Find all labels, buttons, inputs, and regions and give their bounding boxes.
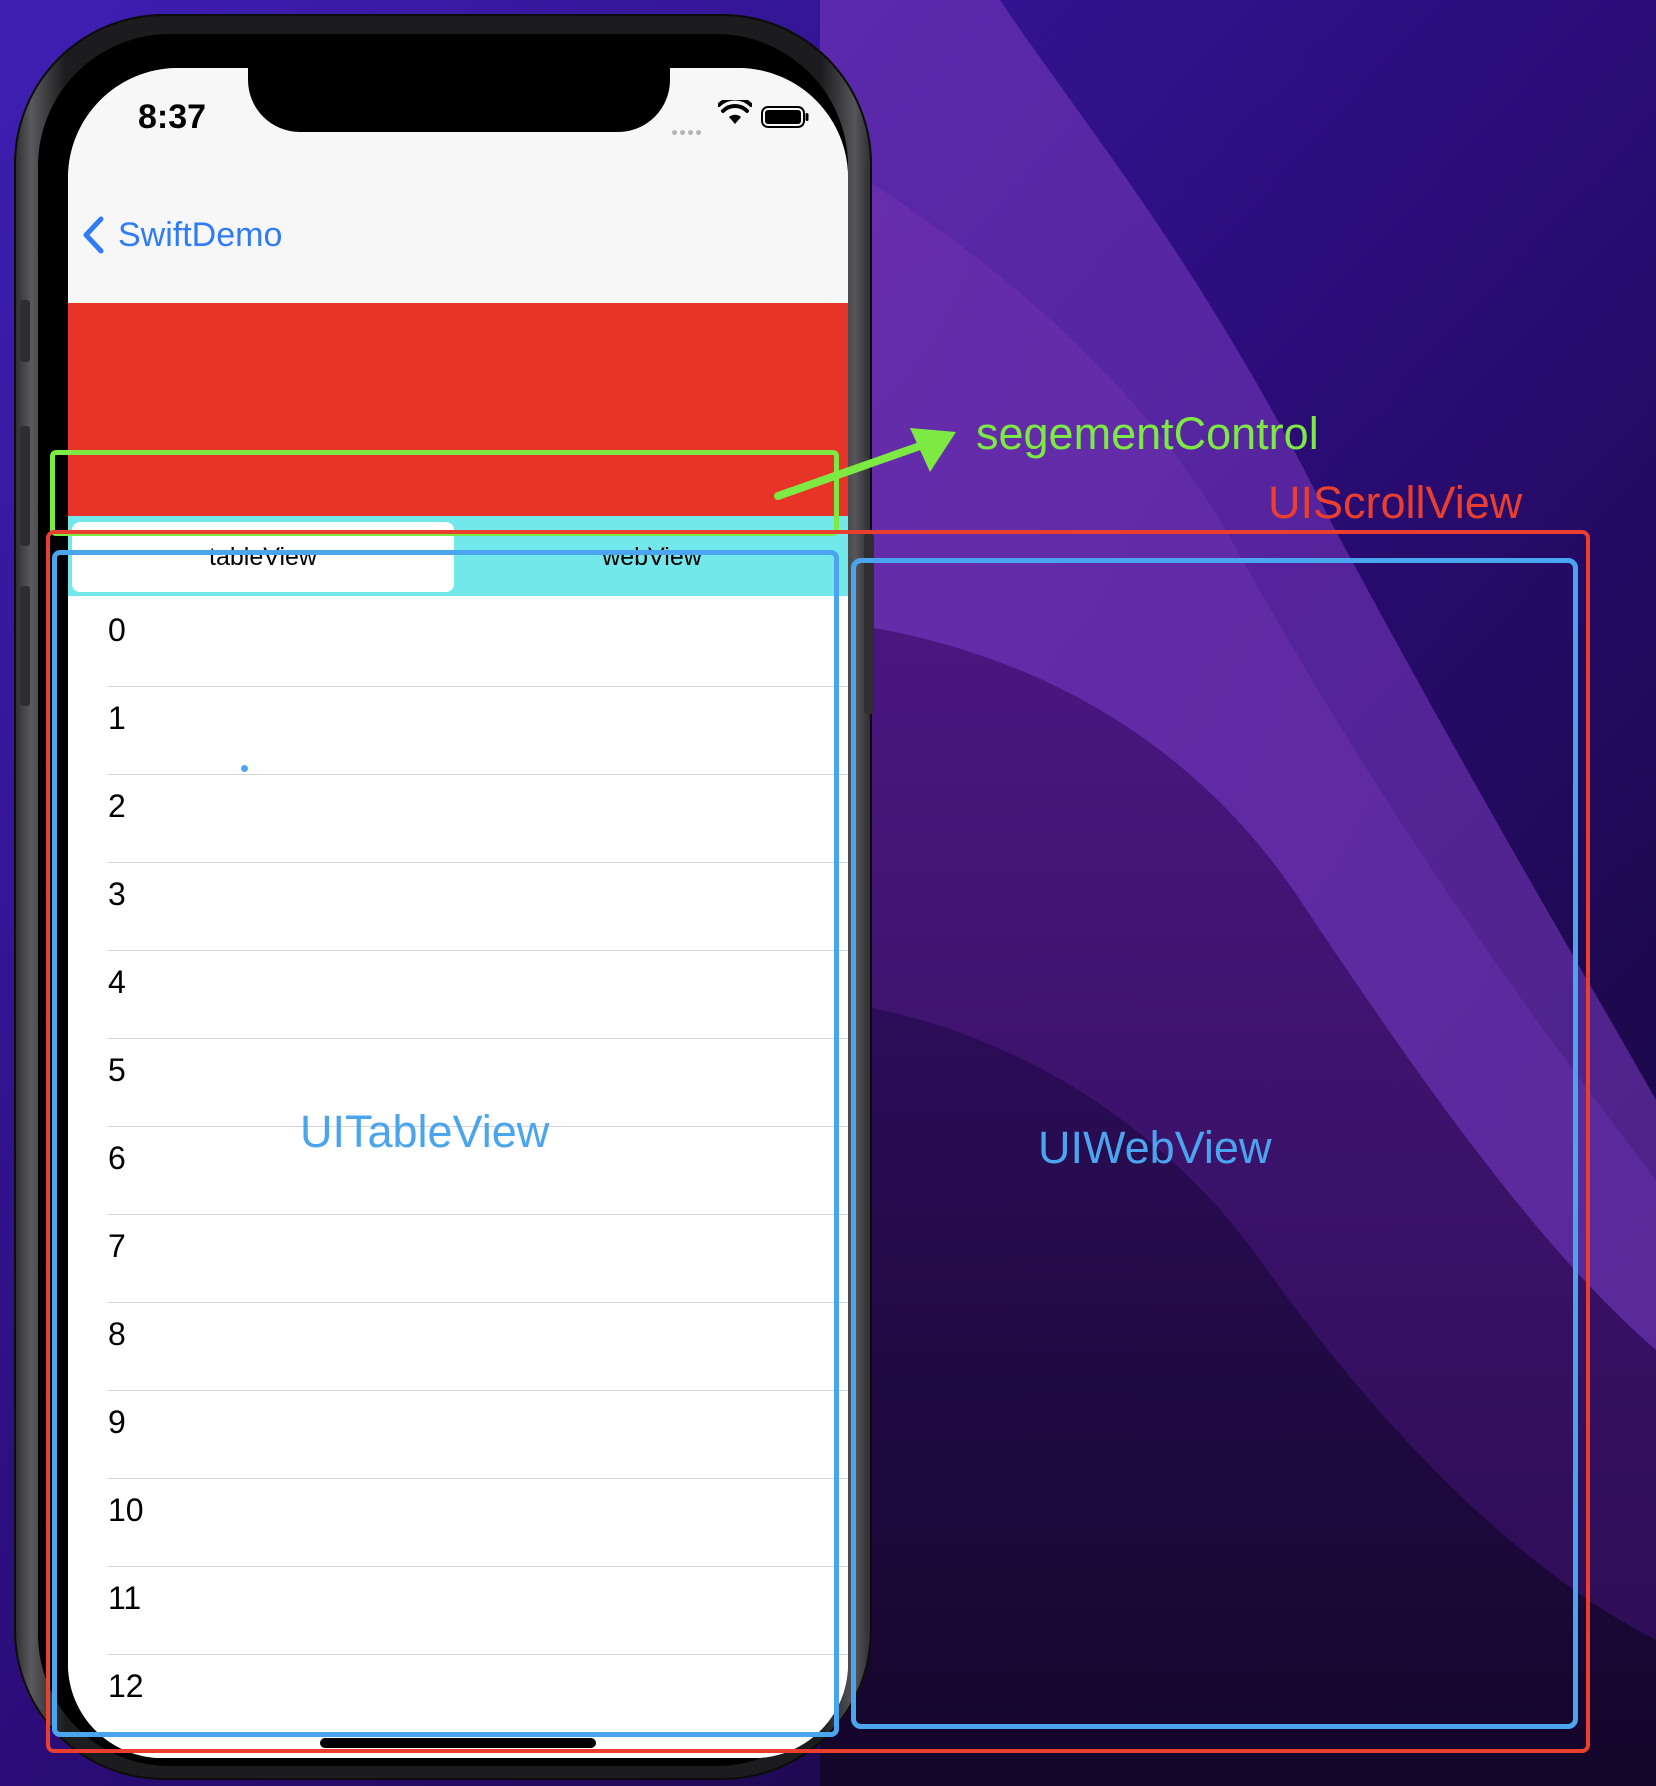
webview-annotation: UIWebView xyxy=(1038,1122,1272,1173)
back-button[interactable]: SwiftDemo xyxy=(82,210,282,260)
tableview-annotation: UITableView xyxy=(300,1106,550,1157)
cellular-signal-icon xyxy=(672,122,704,140)
volume-up-button xyxy=(20,426,30,546)
navigation-bar: SwiftDemo xyxy=(68,188,848,303)
scrollview-annotation: UIScrollView xyxy=(1268,477,1523,528)
battery-icon xyxy=(761,106,809,128)
volume-down-button xyxy=(20,586,30,706)
notch xyxy=(248,68,670,132)
status-bar: 8:37 xyxy=(68,68,848,188)
back-button-label: SwiftDemo xyxy=(118,215,283,254)
segment-control-outline xyxy=(50,450,839,536)
chevron-left-icon xyxy=(83,216,104,254)
marker-dot xyxy=(241,765,248,772)
segment-control-annotation: segementControl xyxy=(976,408,1319,459)
status-time: 8:37 xyxy=(138,98,207,136)
wifi-icon xyxy=(718,100,752,124)
mute-switch xyxy=(20,300,30,362)
arrow-icon xyxy=(774,428,956,500)
